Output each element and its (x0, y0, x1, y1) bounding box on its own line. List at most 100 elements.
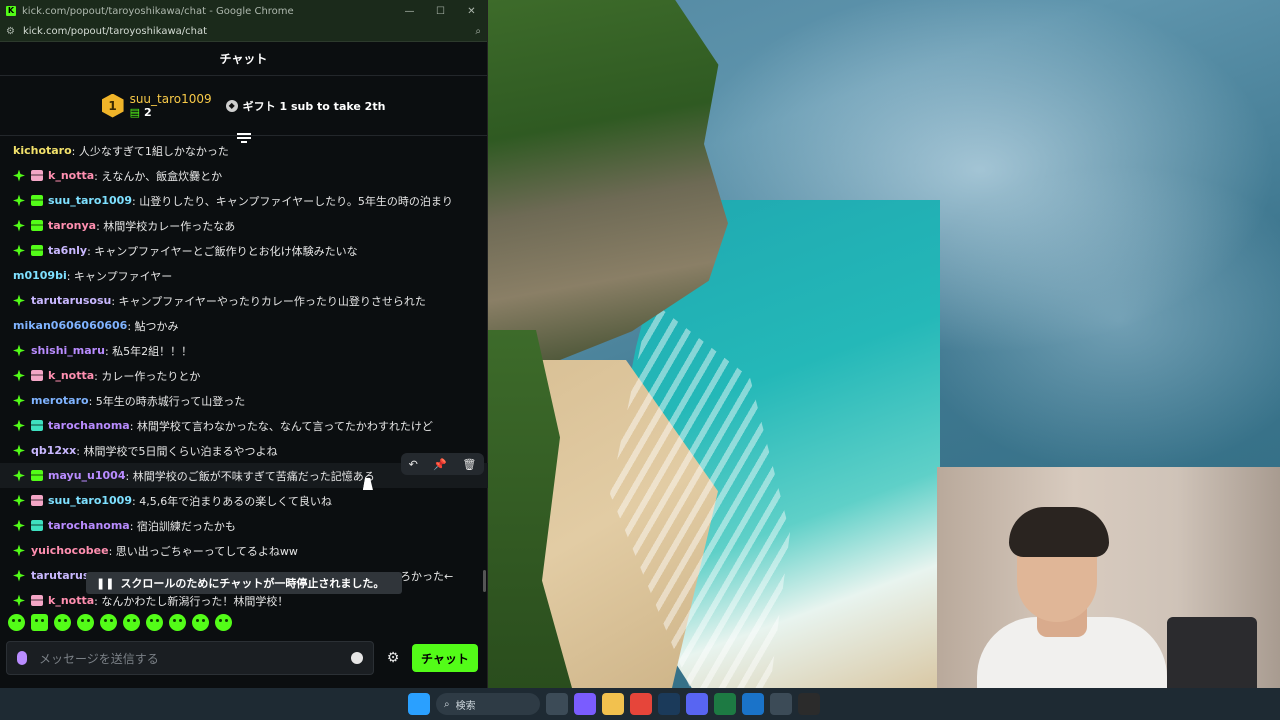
chat-username[interactable]: suu_taro1009 (48, 194, 132, 207)
send-chat-button[interactable]: チャット (412, 644, 478, 672)
chat-username[interactable]: k_notta (48, 169, 94, 182)
window-titlebar[interactable]: K kick.com/popout/taroyoshikawa/chat - G… (0, 0, 487, 22)
chat-message[interactable]: yuichocobee: 思い出っごちゃーってしてるよねww (0, 538, 488, 563)
emote-icon[interactable] (100, 614, 117, 631)
chat-username[interactable]: merotaro (31, 394, 89, 407)
chat-username[interactable]: k_notta (48, 369, 94, 382)
chat-message[interactable]: shishi_maru: 私5年2組！！！ (0, 338, 488, 363)
discord-icon[interactable] (686, 693, 708, 715)
gift-leaderboard: 1 suu_taro1009 ▤ 2 ◆ ギフト 1 sub to take 2t… (0, 76, 487, 143)
chat-message-text: : えなんか、飯盒炊爨とか (94, 169, 223, 183)
chat-username[interactable]: shishi_maru (31, 344, 105, 357)
chat-message[interactable]: tarutarusosu: キャンプファイヤーやったりカレー作ったり山登りさせら… (0, 288, 488, 313)
chat-header: チャット (0, 42, 487, 76)
emote-icon[interactable] (8, 614, 25, 631)
site-info-icon[interactable]: ⚙ (6, 26, 15, 37)
gifter-badge-icon (31, 370, 43, 381)
outlook-icon[interactable] (742, 693, 764, 715)
emote-icon[interactable] (146, 614, 163, 631)
pin-icon[interactable]: 📌 (433, 458, 447, 471)
delete-icon[interactable]: 🗑 (462, 458, 476, 471)
mic-icon[interactable] (17, 651, 27, 665)
webcam-overlay (937, 467, 1280, 688)
taskbar-search-label: 検索 (455, 700, 476, 712)
chat-username[interactable]: tarochanoma (48, 519, 130, 532)
chat-username[interactable]: kichotaro (13, 144, 72, 157)
chat-username[interactable]: ta6nly (48, 244, 87, 257)
chat-message[interactable]: suu_taro1009: 4,5,6年で泊まりあるの楽しくて良いね (0, 488, 488, 513)
chat-username[interactable]: yuichocobee (31, 544, 109, 557)
chat-message[interactable]: tarochanoma: 林間学校て言わなかったな、なんて言ってたかわすれたけど (0, 413, 488, 438)
chat-message-text: : 5年生の時赤城行って山登った (88, 394, 246, 408)
subscriber-badge-icon (13, 194, 25, 207)
emoji-picker-icon[interactable] (351, 652, 363, 664)
chat-message[interactable]: tarochanoma: 宿泊訓練だったかも (0, 513, 488, 538)
chat-scrollbar[interactable] (483, 570, 486, 592)
chat-username[interactable]: tarochanoma (48, 419, 130, 432)
windows-start-icon[interactable] (408, 693, 430, 715)
obs-icon[interactable] (798, 693, 820, 715)
chat-paused-notice[interactable]: ❚❚ スクロールのためにチャットが一時停止されました。 (86, 572, 402, 594)
chat-message[interactable]: m0109bi: キャンプファイヤー (0, 263, 488, 288)
kick-favicon-icon: K (6, 6, 16, 16)
minimize-icon[interactable]: — (394, 6, 425, 17)
chat-username[interactable]: mikan0606060606 (13, 319, 127, 332)
gift-sub-button[interactable]: ◆ ギフト 1 sub to take 2th (225, 98, 386, 114)
chat-input-placeholder[interactable]: メッセージを送信する (39, 650, 339, 667)
chat-message-text: : 林間学校カレー作ったなあ (96, 219, 236, 233)
subscriber-badge-icon (13, 569, 25, 582)
url-text[interactable]: kick.com/popout/taroyoshikawa/chat (23, 26, 475, 37)
chat-message-input[interactable]: メッセージを送信する (6, 641, 374, 675)
chat-username[interactable]: k_notta (48, 594, 94, 607)
emote-icon[interactable] (54, 614, 71, 631)
chat-message-text: : キャンプファイヤー (66, 269, 173, 283)
chat-message[interactable]: taronya: 林間学校カレー作ったなあ (0, 213, 488, 238)
chrome-icon[interactable] (630, 693, 652, 715)
gift-sub-label: ギフト 1 sub to take 2th (242, 99, 386, 113)
emote-icon[interactable] (123, 614, 140, 631)
xbox-icon[interactable] (770, 693, 792, 715)
chat-message[interactable]: k_notta: カレー作ったりとか (0, 363, 488, 388)
chat-message-text: : 林間学校て言わなかったな、なんて言ってたかわすれたけど (129, 419, 433, 433)
subscriber-badge-icon (13, 294, 25, 307)
chat-username[interactable]: taronya (48, 219, 96, 232)
zoom-icon[interactable]: ⌕ (475, 26, 481, 37)
chat-username[interactable]: mayu_u1004 (48, 469, 126, 482)
task-view-icon[interactable] (546, 693, 568, 715)
subscriber-badge-icon (13, 519, 25, 532)
steam-icon[interactable] (658, 693, 680, 715)
chat-message[interactable]: merotaro: 5年生の時赤城行って山登った (0, 388, 488, 413)
address-bar[interactable]: ⚙ kick.com/popout/taroyoshikawa/chat ⌕ (0, 22, 487, 42)
chat-message-text: : キャンプファイヤーとご飯作りとお化け体験みたいな (87, 244, 358, 258)
file-explorer-icon[interactable] (602, 693, 624, 715)
copilot-icon[interactable] (574, 693, 596, 715)
taskbar-search[interactable]: ⌕ 検索 (436, 693, 540, 715)
subscriber-badge-icon (13, 344, 25, 357)
chat-username[interactable]: qb12xx (31, 444, 76, 457)
excel-icon[interactable] (714, 693, 736, 715)
chat-message-text: : 林間学校で5日間くらい泊まるやつよね (76, 444, 278, 458)
chat-settings-gear-icon[interactable]: ⚙ (382, 647, 404, 669)
emote-icon[interactable] (31, 614, 48, 631)
chat-username[interactable]: tarutarusosu (31, 294, 111, 307)
chat-message[interactable]: k_notta: えなんか、飯盒炊爨とか (0, 163, 488, 188)
rank-badge: 1 (101, 93, 124, 118)
chat-message[interactable]: kichotaro: 人少なすぎて1組しかなかった (0, 138, 488, 163)
emote-icon[interactable] (77, 614, 94, 631)
chat-message[interactable]: ta6nly: キャンプファイヤーとご飯作りとお化け体験みたいな (0, 238, 488, 263)
chat-username[interactable]: suu_taro1009 (48, 494, 132, 507)
emote-icon[interactable] (215, 614, 232, 631)
chat-message[interactable]: suu_taro1009: 山登りしたり、キャンプファイヤーしたり。5年生の時の… (0, 188, 488, 213)
chat-message-text: : 山登りしたり、キャンプファイヤーしたり。5年生の時の泊まり (132, 194, 453, 208)
reply-icon[interactable]: ↶ (409, 458, 418, 471)
emote-icon[interactable] (169, 614, 186, 631)
close-icon[interactable]: ✕ (456, 6, 487, 17)
gifter-badge-icon (31, 220, 43, 231)
leaderboard-entry[interactable]: 1 suu_taro1009 ▤ 2 (101, 92, 212, 119)
emote-icon[interactable] (192, 614, 209, 631)
maximize-icon[interactable]: ☐ (425, 6, 456, 17)
chat-username[interactable]: m0109bi (13, 269, 67, 282)
chat-message-text: : 鮎つかみ (127, 319, 179, 333)
chat-message[interactable]: mikan0606060606: 鮎つかみ (0, 313, 488, 338)
chat-message-list[interactable]: kichotaro: 人少なすぎて1組しかなかった k_notta: えなんか、飯… (0, 138, 488, 608)
